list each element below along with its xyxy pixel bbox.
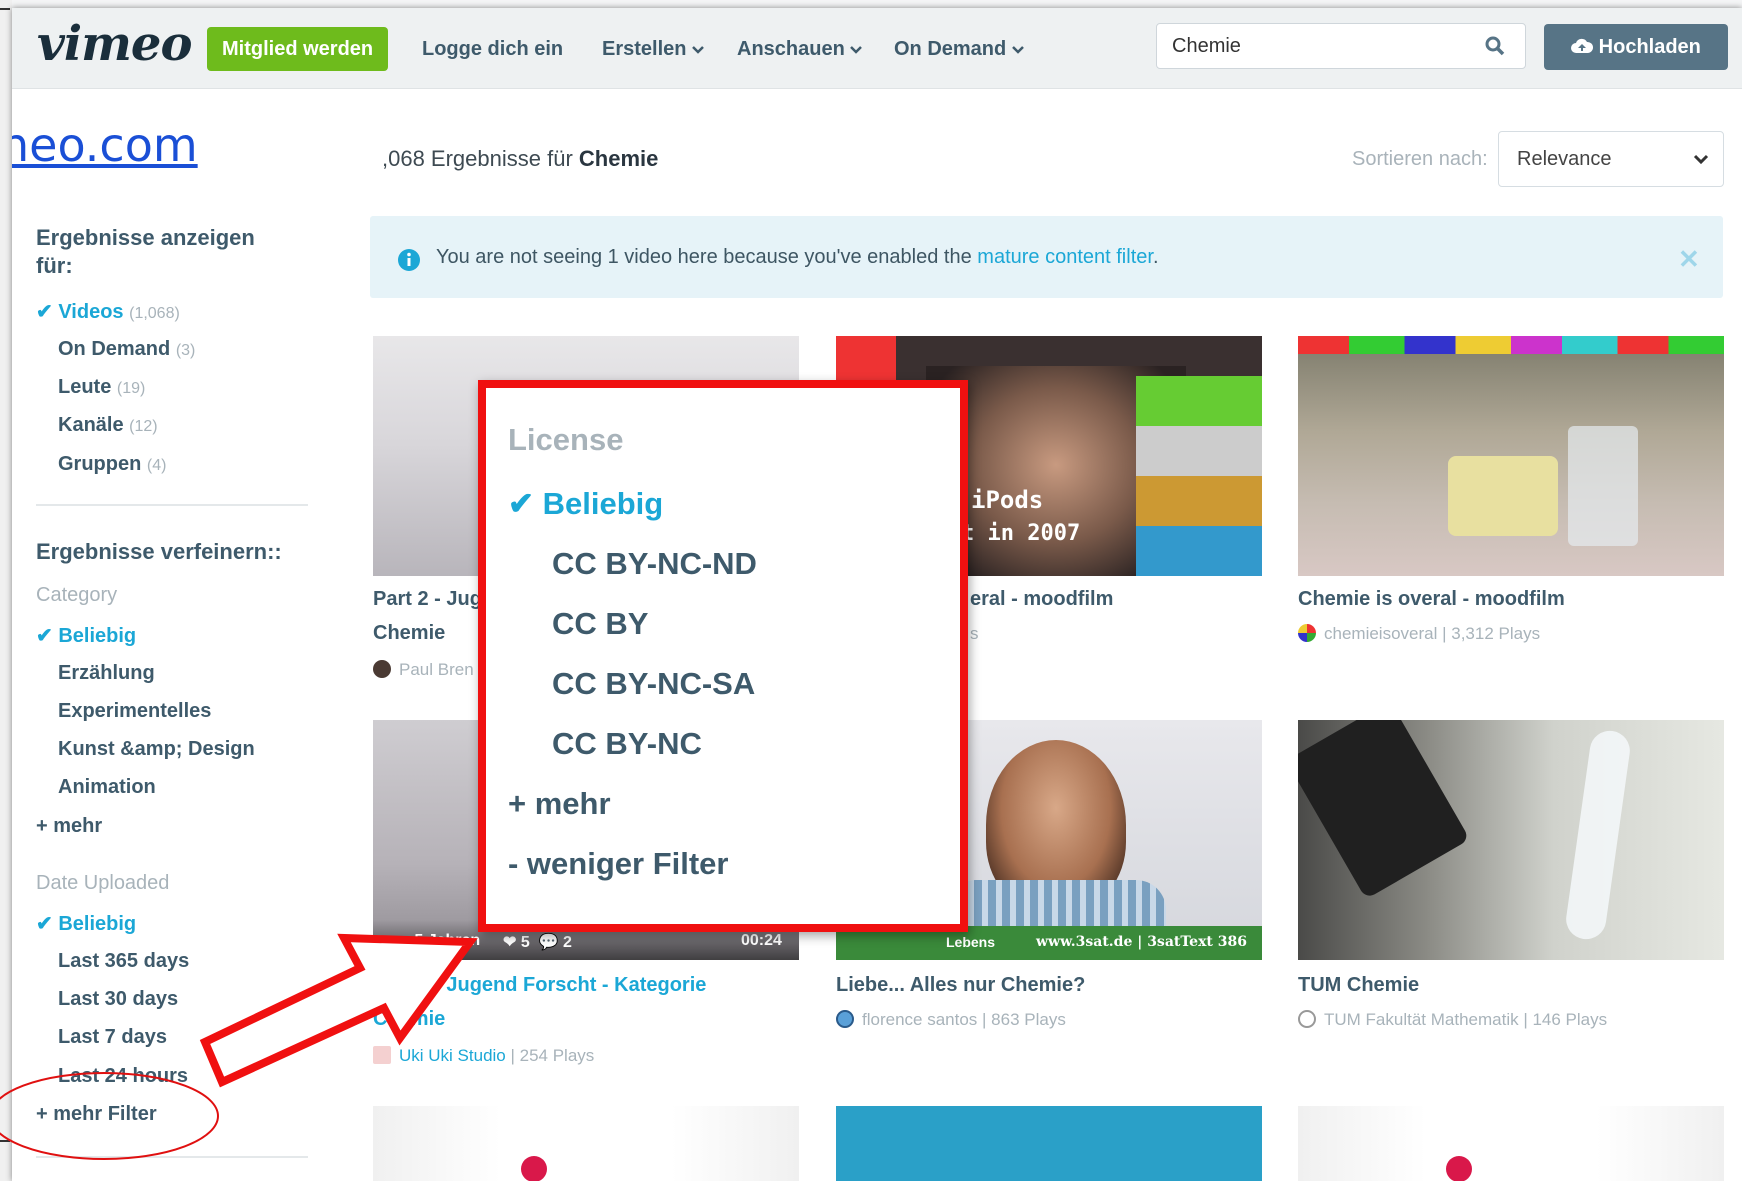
annotation-arrow (199, 933, 478, 1088)
annotation-circle (0, 1072, 219, 1160)
annotation-overlay (0, 933, 478, 1160)
